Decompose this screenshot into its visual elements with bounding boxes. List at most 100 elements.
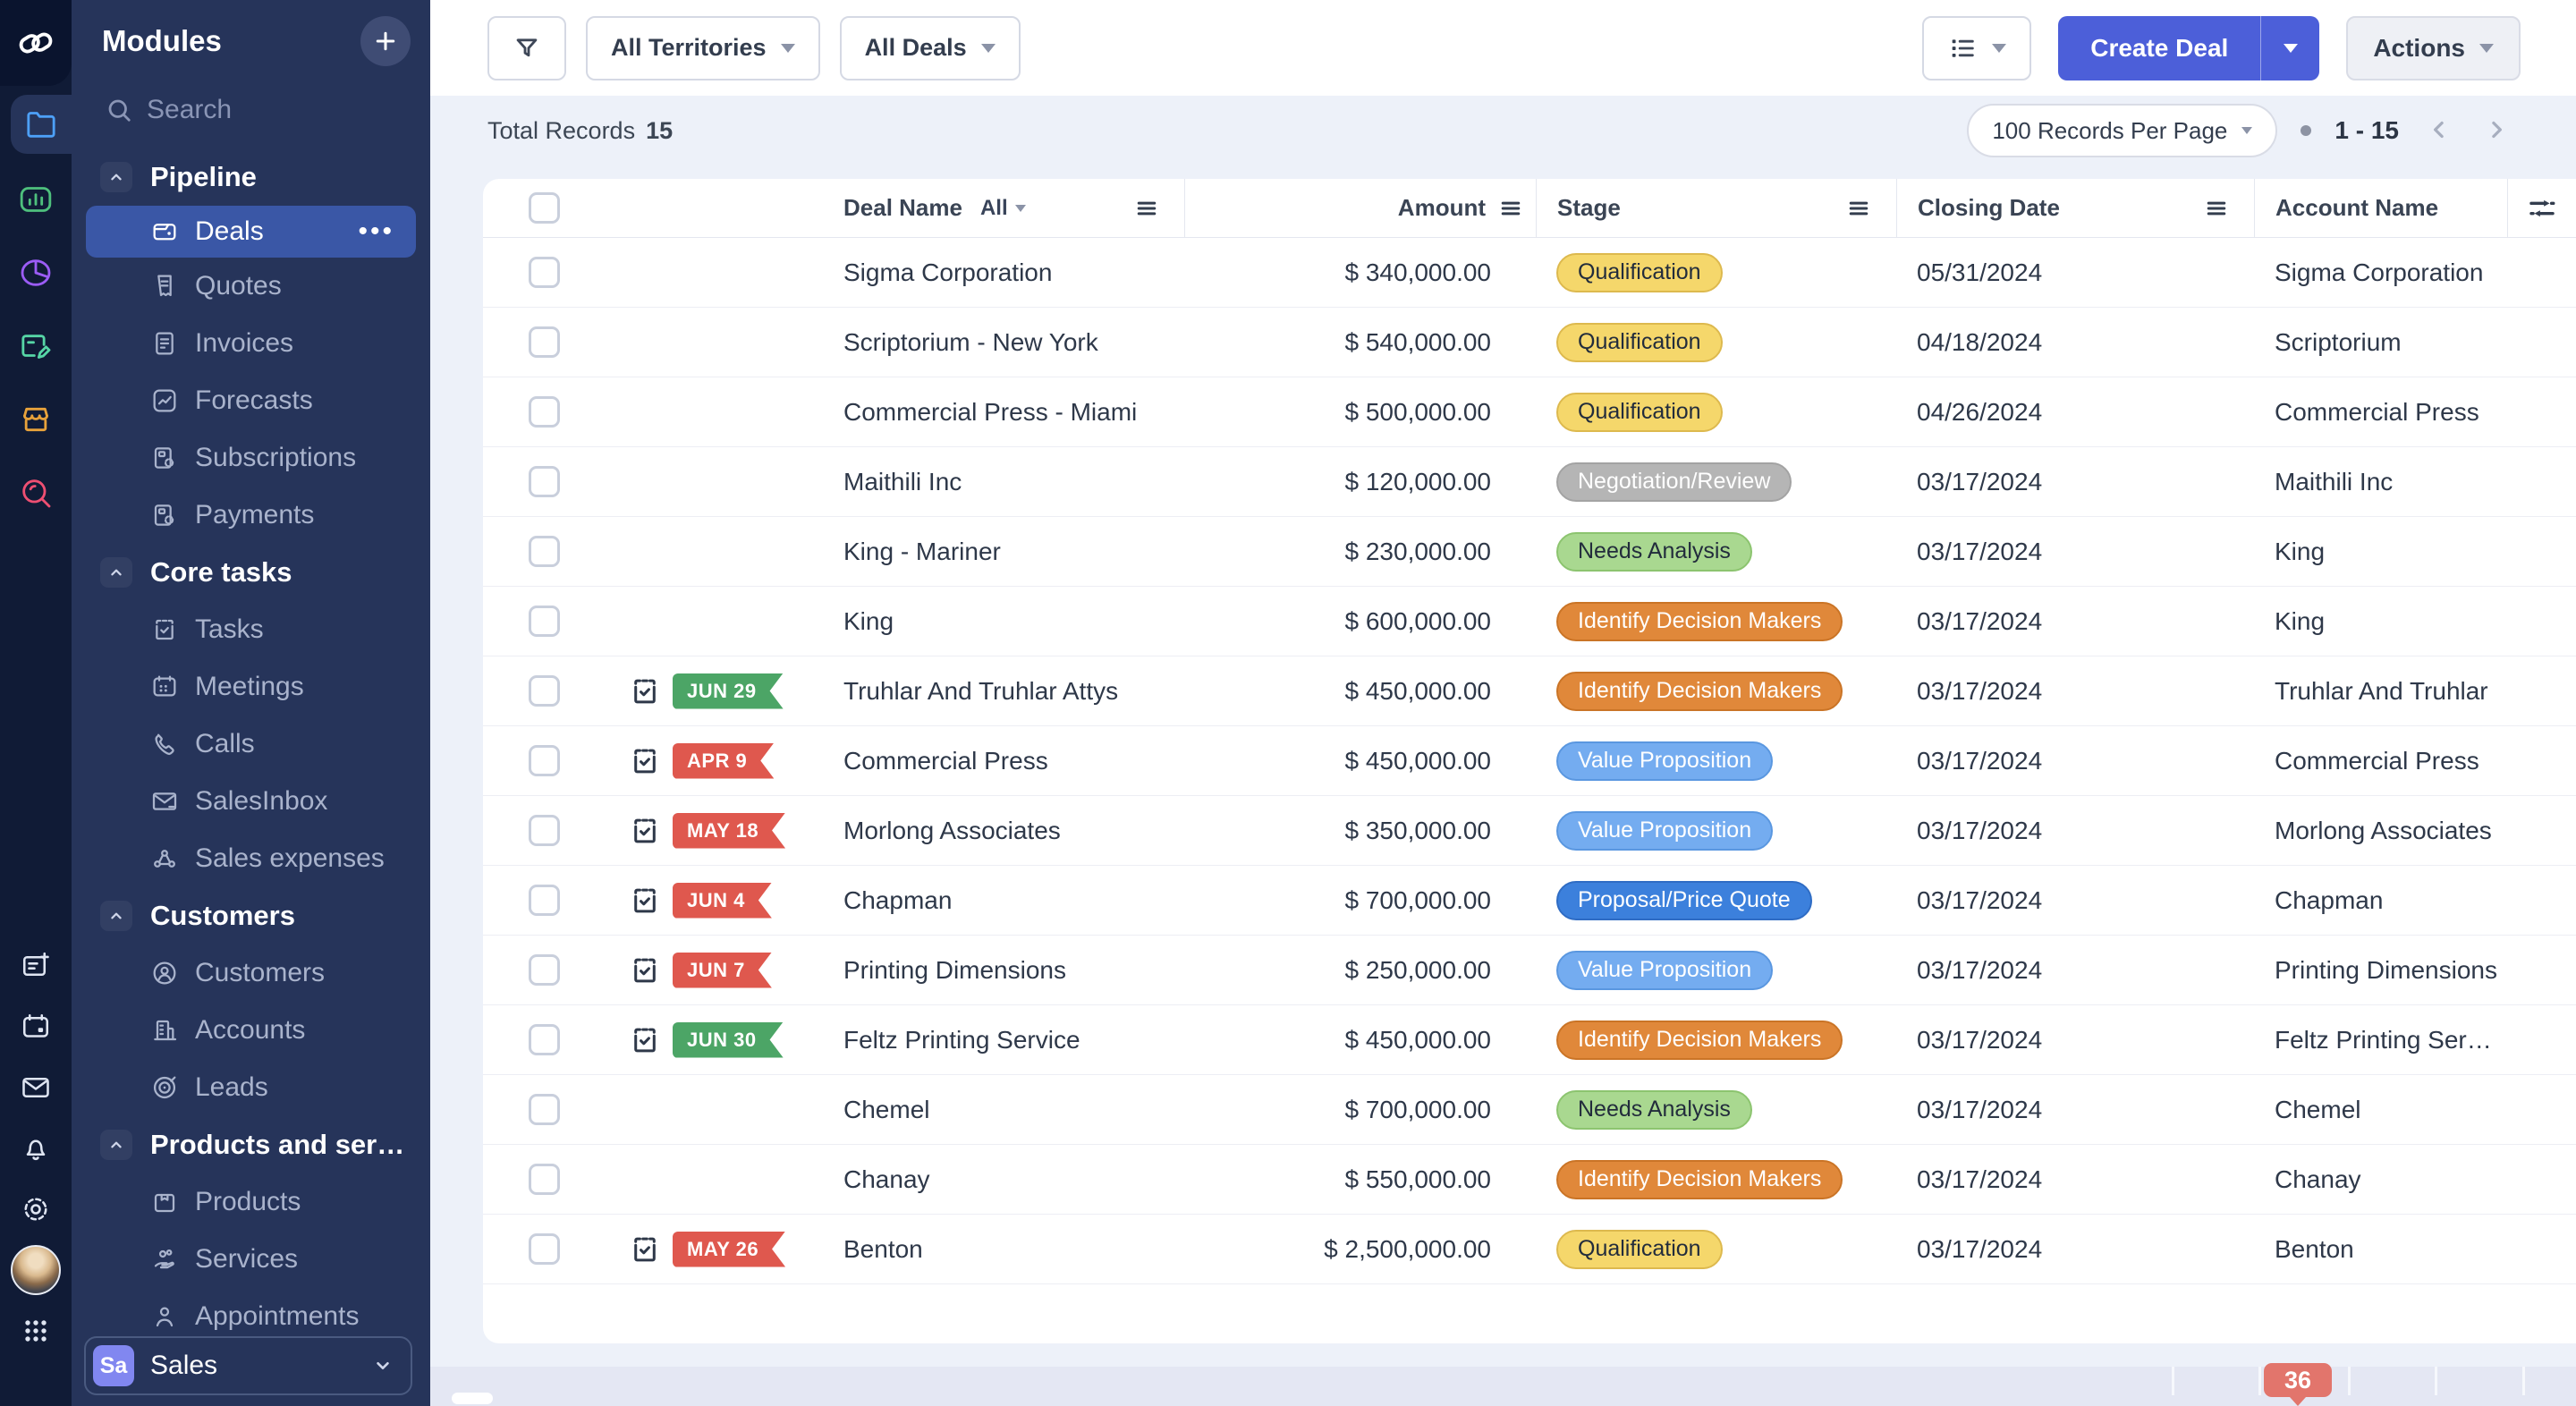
actions-dropdown[interactable]: Actions (2346, 15, 2521, 80)
account-name-link[interactable]: Feltz Printing Service (2254, 1005, 2507, 1075)
sidebar-item-salesinbox[interactable]: SalesInbox ••• (72, 773, 430, 830)
sidebar-item-deals[interactable]: Deals ••• (86, 206, 416, 258)
table-row[interactable]: Maithili Inc $ 120,000.00 Negotiation/Re… (483, 447, 2576, 517)
deal-name-link[interactable]: Chemel (843, 1075, 1184, 1145)
section-collapse-button[interactable] (100, 1130, 132, 1160)
deal-name-link[interactable]: King (843, 587, 1184, 656)
deal-name-link[interactable]: Chanay (843, 1145, 1184, 1215)
sidebar-item-subscriptions[interactable]: Subscriptions ••• (72, 429, 430, 487)
row-checkbox[interactable] (529, 257, 560, 288)
table-row[interactable]: King $ 600,000.00 Identify Decision Make… (483, 587, 2576, 656)
add-module-button[interactable] (360, 16, 411, 66)
zia-search-icon[interactable] (0, 465, 72, 521)
deal-name-link[interactable]: Scriptorium - New York (843, 308, 1184, 377)
view-type-dropdown[interactable] (1922, 15, 2032, 80)
table-row[interactable]: Chanay $ 550,000.00 Identify Decision Ma… (483, 1145, 2576, 1215)
module-search-input[interactable]: Search (72, 72, 430, 148)
deal-name-link[interactable]: Feltz Printing Service (843, 1005, 1184, 1075)
planner-icon[interactable] (0, 318, 72, 374)
table-row[interactable]: Commercial Press - Miami $ 500,000.00 Qu… (483, 377, 2576, 447)
deals-view-dropdown[interactable]: All Deals (839, 15, 1021, 80)
row-checkbox[interactable] (529, 1164, 560, 1195)
deal-name-link[interactable]: Maithili Inc (843, 447, 1184, 517)
table-row[interactable]: MAY 18 Morlong Associates $ 350,000.00 V… (483, 796, 2576, 866)
filter-button[interactable] (487, 15, 566, 80)
account-name-link[interactable]: Sigma Corporation (2254, 238, 2507, 308)
mail-icon[interactable] (0, 1064, 72, 1111)
account-name-link[interactable]: King (2254, 587, 2507, 656)
row-checkbox[interactable] (529, 466, 560, 497)
more-options-icon[interactable]: ••• (358, 218, 394, 245)
row-checkbox[interactable] (529, 326, 560, 358)
deal-name-header[interactable]: Deal Name (843, 194, 962, 222)
row-checkbox[interactable] (529, 396, 560, 428)
sidebar-item-tasks[interactable]: Tasks ••• (72, 601, 430, 658)
sidebar-item-quotes[interactable]: Quotes ••• (72, 258, 430, 315)
account-name-link[interactable]: Commercial Press (2254, 726, 2507, 796)
sidebar-item-payments[interactable]: Payments ••• (72, 487, 430, 544)
sidebar-item-accounts[interactable]: Accounts ••• (72, 1002, 430, 1059)
table-row[interactable]: JUN 30 Feltz Printing Service $ 450,000.… (483, 1005, 2576, 1075)
create-note-icon[interactable] (0, 943, 72, 989)
row-checkbox[interactable] (529, 1094, 560, 1125)
notifications-icon[interactable] (0, 1125, 72, 1172)
row-checkbox[interactable] (529, 885, 560, 916)
table-row[interactable]: Scriptorium - New York $ 540,000.00 Qual… (483, 308, 2576, 377)
account-name-link[interactable]: Printing Dimensions (2254, 936, 2507, 1005)
deal-name-link[interactable]: Printing Dimensions (843, 936, 1184, 1005)
dashboards-icon[interactable] (0, 172, 72, 227)
analytics-icon[interactable] (0, 245, 72, 301)
sidebar-item-sales-expenses[interactable]: Sales expenses ••• (72, 830, 430, 887)
account-name-link[interactable]: Scriptorium (2254, 308, 2507, 377)
deal-name-link[interactable]: Chapman (843, 866, 1184, 936)
account-name-link[interactable]: Commercial Press (2254, 377, 2507, 447)
sidebar-item-meetings[interactable]: Meetings ••• (72, 658, 430, 716)
sidebar-item-calls[interactable]: Calls ••• (72, 716, 430, 773)
deal-name-link[interactable]: Morlong Associates (843, 796, 1184, 866)
row-checkbox[interactable] (529, 1233, 560, 1265)
row-checkbox[interactable] (529, 745, 560, 776)
deal-name-link[interactable]: King - Mariner (843, 517, 1184, 587)
column-menu-icon[interactable] (1498, 196, 1523, 221)
deal-name-link[interactable]: Commercial Press - Miami (843, 377, 1184, 447)
table-row[interactable]: MAY 26 Benton $ 2,500,000.00 Qualificati… (483, 1215, 2576, 1284)
create-deal-caret-button[interactable] (2260, 15, 2320, 80)
column-menu-icon[interactable] (1134, 196, 1159, 221)
sidebar-item-forecasts[interactable]: Forecasts ••• (72, 372, 430, 429)
column-menu-icon[interactable] (2204, 196, 2229, 221)
records-per-page-dropdown[interactable]: 100 Records Per Page (1967, 104, 2278, 157)
apps-icon[interactable] (0, 1308, 72, 1354)
deal-name-link[interactable]: Truhlar And Truhlar Attys (843, 656, 1184, 726)
create-deal-button[interactable]: Create Deal (2058, 15, 2261, 80)
table-row[interactable]: JUN 7 Printing Dimensions $ 250,000.00 V… (483, 936, 2576, 1005)
account-name-header[interactable]: Account Name (2275, 194, 2438, 222)
table-row[interactable]: JUN 29 Truhlar And Truhlar Attys $ 450,0… (483, 656, 2576, 726)
settings-icon[interactable] (0, 1186, 72, 1232)
row-checkbox[interactable] (529, 815, 560, 846)
calendar-icon[interactable] (0, 1004, 72, 1050)
column-menu-icon[interactable] (1846, 196, 1871, 221)
row-checkbox[interactable] (529, 606, 560, 637)
account-name-link[interactable]: King (2254, 517, 2507, 587)
modules-folder-icon[interactable] (11, 95, 72, 154)
profile-icon[interactable] (0, 1245, 72, 1295)
territories-dropdown[interactable]: All Territories (586, 15, 820, 80)
stage-header[interactable]: Stage (1557, 194, 1621, 222)
next-page-button[interactable] (2479, 113, 2513, 149)
scrollbar-thumb[interactable] (452, 1393, 493, 1404)
row-checkbox[interactable] (529, 536, 560, 567)
account-name-link[interactable]: Chanay (2254, 1145, 2507, 1215)
table-row[interactable]: King - Mariner $ 230,000.00 Needs Analys… (483, 517, 2576, 587)
deal-name-link[interactable]: Benton (843, 1215, 1184, 1284)
amount-header[interactable]: Amount (1398, 194, 1486, 222)
table-row[interactable]: Sigma Corporation $ 340,000.00 Qualifica… (483, 238, 2576, 308)
table-row[interactable]: Chemel $ 700,000.00 Needs Analysis 03/17… (483, 1075, 2576, 1145)
account-name-link[interactable]: Morlong Associates (2254, 796, 2507, 866)
section-collapse-button[interactable] (100, 557, 132, 588)
closing-date-header[interactable]: Closing Date (1918, 194, 2060, 222)
account-name-link[interactable]: Benton (2254, 1215, 2507, 1284)
row-checkbox[interactable] (529, 675, 560, 707)
prev-page-button[interactable] (2422, 113, 2456, 149)
account-name-link[interactable]: Chapman (2254, 866, 2507, 936)
sidebar-item-leads[interactable]: Leads ••• (72, 1059, 430, 1116)
